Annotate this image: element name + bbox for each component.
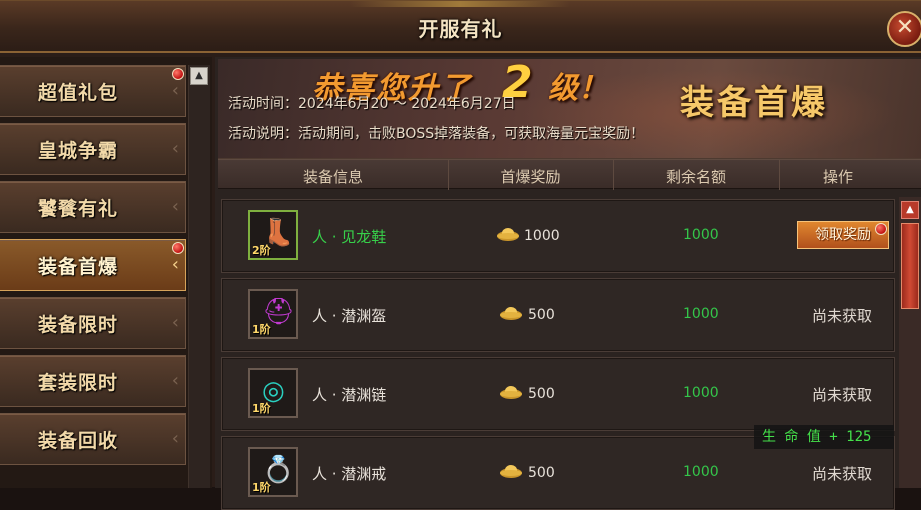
sidebar-item-label: 皇城争霸: [38, 140, 119, 162]
sidebar-item-first-drop[interactable]: 装备首爆 ‹: [0, 239, 186, 291]
notification-dot-icon: [875, 223, 887, 235]
tier-label: 1阶: [252, 481, 271, 494]
item-name: 人 · 见龙鞋: [312, 228, 387, 246]
tier-label: 2阶: [252, 244, 271, 257]
chevron-right-icon: ‹: [171, 254, 179, 275]
remaining-count: 1000: [683, 385, 719, 401]
tier-label: 1阶: [252, 402, 271, 415]
sidebar-item-label: 装备回收: [38, 430, 119, 452]
chevron-right-icon: ‹: [171, 428, 179, 449]
window-title: 开服有礼: [418, 17, 503, 41]
gold-ingot-icon: [500, 386, 522, 399]
action-status: 尚未获取: [812, 465, 873, 483]
title-bar: 开服有礼: [0, 1, 921, 53]
item-name: 人 · 潜渊盔: [312, 307, 387, 325]
remaining-count: 1000: [683, 306, 719, 322]
action-status: 尚未获取: [812, 386, 873, 404]
gold-ingot-icon: [497, 228, 519, 241]
chevron-right-icon: ‹: [171, 80, 179, 101]
activity-time: 活动时间：2024年6月20 ～ 2024年6月27日: [228, 96, 516, 112]
item-name: 人 · 潜渊戒: [312, 465, 387, 483]
sidebar-item-label: 装备限时: [38, 314, 119, 336]
activity-description: 活动说明：活动期间，击败BOSS掉落装备，可获取海量元宝奖励！: [228, 126, 645, 142]
chevron-right-icon: ‹: [171, 312, 179, 333]
ring-icon[interactable]: 💍 1阶: [248, 447, 298, 497]
sidebar-item-label: 超值礼包: [38, 82, 119, 104]
gold-ingot-icon: [500, 465, 522, 478]
sidebar-item-label: 套装限时: [38, 372, 119, 394]
sidebar-item-label: 装备首爆: [38, 256, 119, 278]
notification-dot-icon: [172, 242, 184, 254]
scroll-up-icon[interactable]: ▲: [901, 201, 919, 219]
notification-dot-icon: [172, 68, 184, 80]
reward-amount: 1000: [524, 228, 560, 244]
scroll-up-icon[interactable]: ▲: [190, 67, 208, 85]
table-row: ⛑ 1阶 人 · 潜渊盔 500 1000 尚未获取: [221, 278, 895, 352]
header-remaining: 剩余名额: [665, 168, 726, 186]
table-row: 👢 2阶 人 · 见龙鞋 1000 1000 领取奖励: [221, 199, 895, 273]
sidebar-item-city-battle[interactable]: 皇城争霸 ‹: [0, 123, 186, 175]
chevron-right-icon: ‹: [171, 196, 179, 217]
chevron-right-icon: ‹: [171, 370, 179, 391]
sidebar-item-equip-limited[interactable]: 装备限时 ‹: [0, 297, 186, 349]
sidebar-item-set-limited[interactable]: 套装限时 ‹: [0, 355, 186, 407]
life-gain-notification: 生 命 值 + 125: [754, 425, 894, 449]
necklace-icon[interactable]: ◎ 1阶: [248, 368, 298, 418]
item-name: 人 · 潜渊链: [312, 386, 387, 404]
tier-label: 1阶: [252, 323, 271, 336]
table-row: ◎ 1阶 人 · 潜渊链 500 1000 尚未获取: [221, 357, 895, 431]
close-button[interactable]: ✕: [887, 11, 921, 47]
reward-amount: 500: [528, 465, 555, 481]
header-first-drop-reward: 首爆奖励: [500, 168, 561, 186]
boots-icon[interactable]: 👢 2阶: [248, 210, 298, 260]
helmet-icon[interactable]: ⛑ 1阶: [248, 289, 298, 339]
banner-title: 装备首爆: [680, 83, 828, 123]
title-ornament: [350, 1, 570, 7]
header-equipment-info: 装备信息: [302, 168, 363, 186]
table-header: 装备信息 首爆奖励 剩余名额 操作: [218, 159, 921, 190]
reward-amount: 500: [528, 386, 555, 402]
sidebar-scrollbar[interactable]: [188, 65, 210, 488]
header-action: 操作: [822, 168, 853, 186]
reward-amount: 500: [528, 307, 555, 323]
event-window: 开服有礼 ✕ 超值礼包 ‹ 皇城争霸 ‹ 饕餮有礼 ‹ 装备首爆 ‹ 装备限时 …: [0, 0, 921, 510]
sidebar-item-value-pack[interactable]: 超值礼包 ‹: [0, 65, 186, 117]
chevron-right-icon: ‹: [171, 138, 179, 159]
sidebar-item-taotie-gift[interactable]: 饕餮有礼 ‹: [0, 181, 186, 233]
sidebar-item-equip-recycle[interactable]: 装备回收 ‹: [0, 413, 186, 465]
remaining-count: 1000: [683, 464, 719, 480]
gold-ingot-icon: [500, 307, 522, 320]
remaining-count: 1000: [683, 227, 719, 243]
action-status: 尚未获取: [812, 307, 873, 325]
level-up-suffix: 级！: [548, 71, 608, 106]
sidebar-item-label: 饕餮有礼: [38, 198, 119, 220]
scrollbar-thumb[interactable]: [901, 223, 919, 309]
